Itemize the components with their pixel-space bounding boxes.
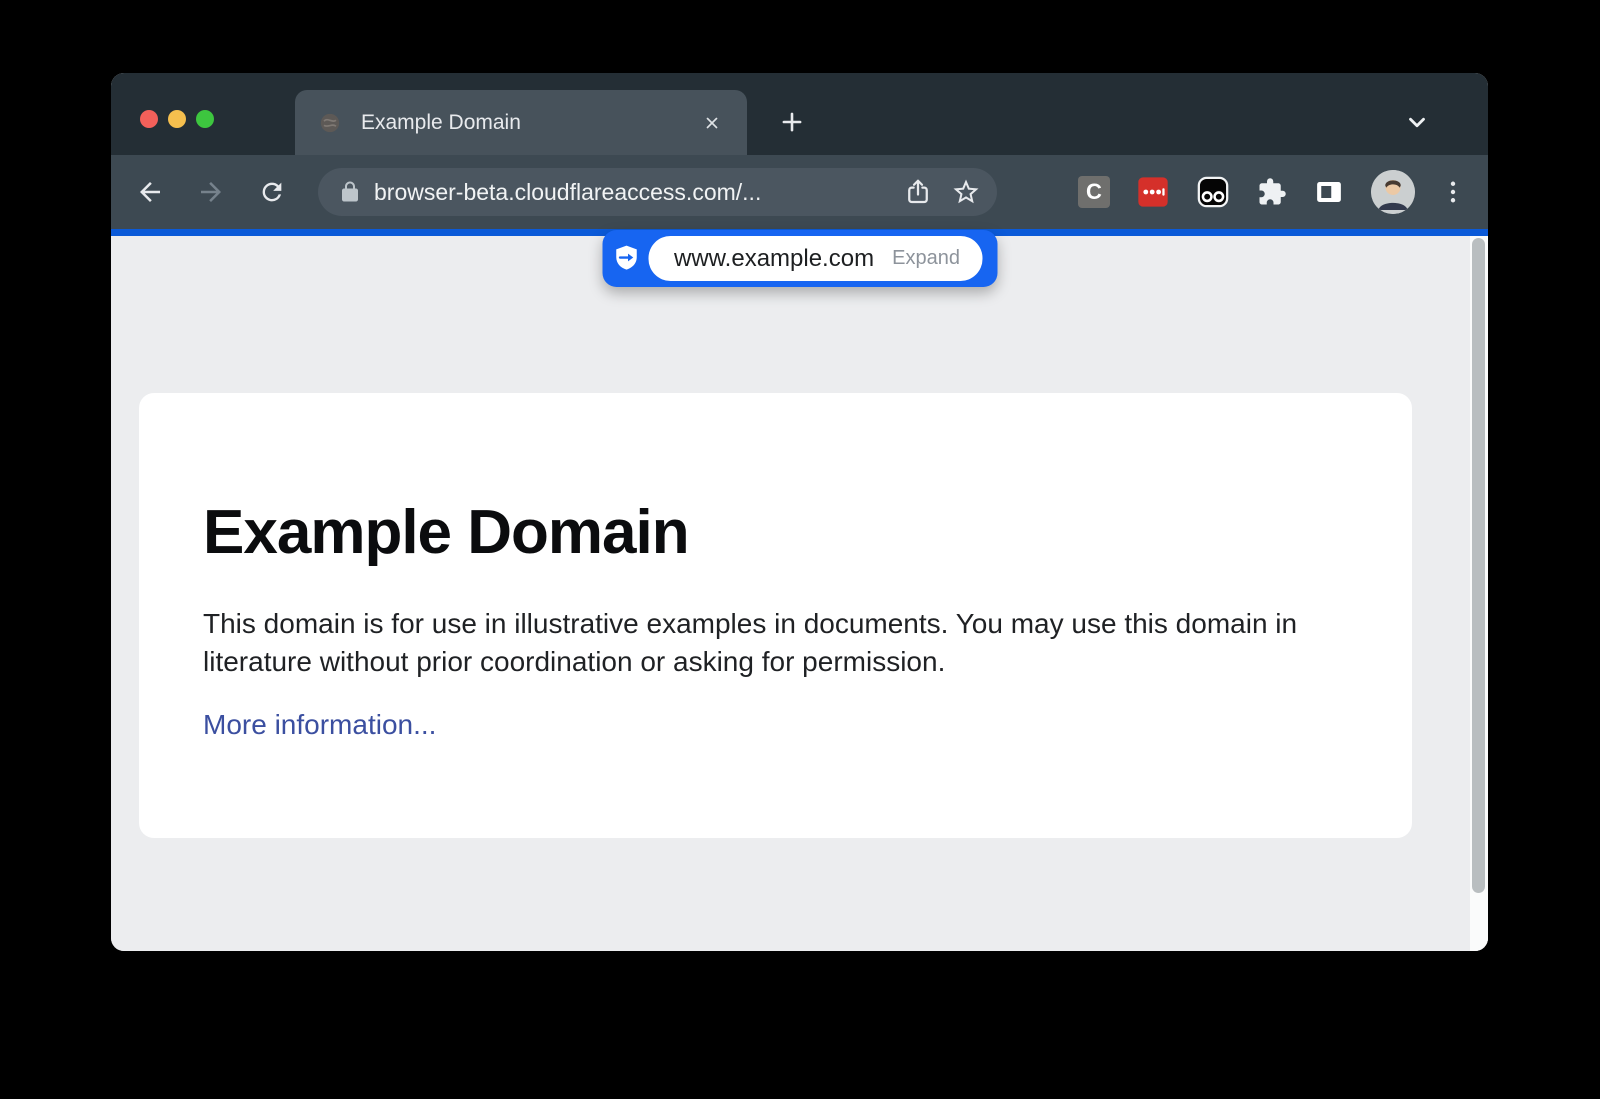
kebab-menu-icon[interactable] [1442, 177, 1464, 207]
page-heading: Example Domain [203, 499, 1348, 567]
profile-avatar[interactable] [1371, 170, 1415, 214]
address-bar[interactable]: browser-beta.cloudflareaccess.com/... [318, 168, 997, 216]
bookmark-star-icon[interactable] [949, 175, 983, 209]
more-information-link[interactable]: More information... [203, 709, 436, 741]
isolation-domain-pill[interactable]: www.example.com Expand [602, 230, 997, 287]
browser-toolbar: browser-beta.cloudflareaccess.com/... C [111, 155, 1488, 229]
reload-icon[interactable] [249, 169, 295, 215]
browser-tab[interactable]: Example Domain [295, 90, 747, 156]
lastpass-extension-icon[interactable] [1137, 176, 1169, 208]
expand-button[interactable]: Expand [892, 247, 960, 270]
extensions-puzzle-icon[interactable] [1257, 177, 1287, 207]
c-extension-icon[interactable]: C [1078, 176, 1110, 208]
side-panel-icon[interactable] [1314, 177, 1344, 207]
new-tab-button[interactable] [775, 105, 809, 139]
scrollbar-track[interactable] [1470, 236, 1488, 951]
extensions-row: C [1078, 155, 1464, 229]
content-card: Example Domain This domain is for use in… [139, 393, 1412, 838]
minimize-window-button[interactable] [168, 110, 186, 128]
page-viewport: Example Domain This domain is for use in… [111, 236, 1488, 951]
isolated-domain-text: www.example.com [674, 245, 874, 273]
navigation-buttons [127, 155, 295, 229]
isolation-pill-inner: www.example.com Expand [648, 236, 982, 281]
tab-strip: Example Domain [111, 73, 1488, 155]
forward-icon[interactable] [188, 169, 234, 215]
shield-arrow-icon [611, 243, 641, 273]
zoom-window-button[interactable] [196, 110, 214, 128]
tab-search-chevron-down-icon[interactable] [1399, 105, 1435, 139]
traffic-lights [140, 110, 214, 128]
browser-window: Example Domain [111, 73, 1488, 951]
lock-icon [338, 180, 362, 204]
tab-title: Example Domain [361, 111, 699, 135]
globe-favicon-icon [319, 112, 341, 134]
scrollbar-thumb[interactable] [1472, 238, 1485, 893]
back-icon[interactable] [127, 169, 173, 215]
close-window-button[interactable] [140, 110, 158, 128]
goggles-extension-icon[interactable] [1196, 175, 1230, 209]
share-icon[interactable] [901, 175, 935, 209]
page-paragraph: This domain is for use in illustrative e… [203, 605, 1348, 681]
tab-close-icon[interactable] [699, 110, 725, 136]
url-text[interactable]: browser-beta.cloudflareaccess.com/... [374, 179, 887, 206]
